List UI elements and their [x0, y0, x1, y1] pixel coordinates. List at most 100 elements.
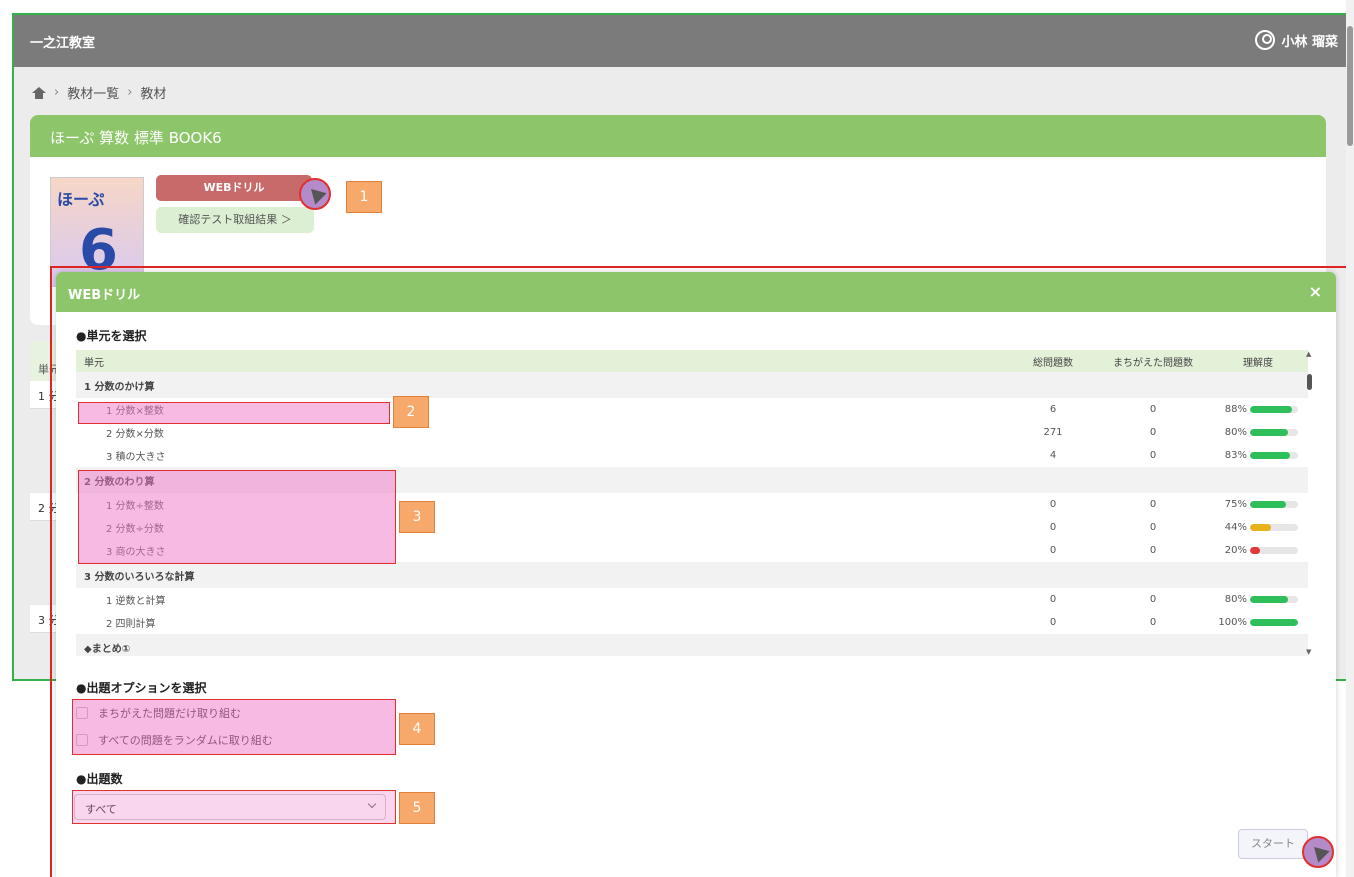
web-drill-button[interactable]: WEBドリル — [156, 175, 312, 201]
understanding-bar — [1250, 547, 1298, 554]
unit-row[interactable]: 2 四則計算 0 0 100% — [76, 611, 1308, 634]
user-icon — [1255, 30, 1276, 50]
understanding-bar — [1250, 429, 1298, 436]
unit-wrong: 0 — [1149, 522, 1157, 533]
top-bar: 一之江教室 小林 瑠菜 — [14, 15, 1354, 67]
unit-total: 4 — [1049, 450, 1057, 461]
option-section-title: ●出題オプションを選択 — [76, 681, 207, 695]
unit-total: 6 — [1049, 404, 1057, 415]
unit-understanding: 44% — [1208, 522, 1308, 533]
breadcrumb-separator-icon: › — [54, 85, 60, 100]
confirm-test-results-button[interactable]: 確認テスト取組結果 ＞ — [156, 207, 314, 233]
understanding-bar — [1250, 596, 1298, 603]
understanding-value: 80% — [1224, 594, 1247, 605]
unit-name: 1 逆数と計算 — [106, 596, 166, 607]
unit-name: 2 分数×分数 — [106, 429, 164, 440]
highlight-unit-1 — [78, 402, 390, 424]
highlight-count — [72, 790, 396, 824]
unit-wrong: 0 — [1149, 427, 1157, 438]
scroll-down-icon[interactable]: ▼ — [1306, 648, 1311, 656]
user-menu[interactable]: 小林 瑠菜 — [1255, 30, 1338, 50]
callout-number-1: 1 — [346, 181, 382, 213]
start-button[interactable]: スタート — [1238, 829, 1308, 859]
scrollbar-thumb[interactable] — [1307, 374, 1312, 390]
understanding-value: 100% — [1218, 617, 1247, 628]
unit-wrong: 0 — [1149, 450, 1157, 461]
web-drill-dialog: WEBドリル × ●単元を選択 単元 総問題数 まちがえた問題数 理解度 1 分… — [56, 272, 1336, 877]
unit-understanding: 100% — [1208, 617, 1308, 628]
unit-total: 0 — [1049, 522, 1057, 533]
unit-wrong: 0 — [1149, 594, 1157, 605]
school-name: 一之江教室 — [30, 36, 96, 51]
cursor-marker-icon — [1302, 836, 1334, 868]
unit-name: 3 積の大きさ — [106, 452, 166, 463]
understanding-value: 80% — [1224, 427, 1247, 438]
unit-wrong: 0 — [1149, 617, 1157, 628]
dialog-header: WEBドリル × — [56, 272, 1336, 312]
understanding-bar — [1250, 452, 1298, 459]
unit-understanding: 80% — [1208, 594, 1308, 605]
unit-group-row[interactable]: 3 分数のいろいろな計算 — [76, 562, 1308, 588]
callout-number-3: 3 — [399, 501, 435, 533]
callout-number-2: 2 — [393, 396, 429, 428]
unit-name: 2 四則計算 — [106, 619, 156, 630]
breadcrumb-material: 教材 — [140, 87, 167, 102]
understanding-bar-fill — [1250, 452, 1290, 459]
callout-number-5: 5 — [399, 792, 435, 824]
unit-total: 0 — [1049, 594, 1057, 605]
page-scrollbar[interactable] — [1346, 0, 1354, 877]
understanding-bar-fill — [1250, 406, 1293, 413]
unit-table-header: 単元 総問題数 まちがえた問題数 理解度 — [76, 350, 1308, 372]
understanding-value: 44% — [1224, 522, 1247, 533]
understanding-bar — [1250, 501, 1298, 508]
unit-understanding: 20% — [1208, 545, 1308, 556]
count-section-title: ●出題数 — [76, 772, 123, 786]
col-wrong: まちがえた問題数 — [1113, 357, 1193, 369]
understanding-bar-fill — [1250, 619, 1298, 626]
col-unit: 単元 — [84, 357, 104, 369]
close-icon[interactable]: × — [1309, 282, 1322, 301]
understanding-bar-fill — [1250, 524, 1272, 531]
understanding-value: 88% — [1224, 404, 1247, 415]
understanding-bar-fill — [1250, 596, 1289, 603]
unit-wrong: 0 — [1149, 545, 1157, 556]
callout-number-4: 4 — [399, 713, 435, 745]
understanding-bar — [1250, 619, 1298, 626]
unit-understanding: 88% — [1208, 404, 1308, 415]
unit-total: 271 — [1043, 427, 1063, 438]
understanding-value: 20% — [1224, 545, 1247, 556]
understanding-value: 75% — [1224, 499, 1247, 510]
page-scrollbar-thumb[interactable] — [1347, 26, 1353, 146]
highlight-options — [72, 699, 396, 755]
unit-group-row[interactable]: 1 分数のかけ算 — [76, 372, 1308, 398]
unit-wrong: 0 — [1149, 404, 1157, 415]
unit-total: 0 — [1049, 545, 1057, 556]
understanding-bar — [1250, 524, 1298, 531]
dialog-title: WEBドリル — [68, 288, 141, 303]
scroll-up-icon[interactable]: ▲ — [1306, 350, 1311, 358]
unit-understanding: 75% — [1208, 499, 1308, 510]
unit-total: 0 — [1049, 617, 1057, 628]
breadcrumb-materials-list[interactable]: 教材一覧 — [67, 83, 119, 102]
unit-group-row[interactable]: ◆まとめ① — [76, 634, 1308, 656]
understanding-bar-fill — [1250, 501, 1286, 508]
unit-wrong: 0 — [1149, 499, 1157, 510]
breadcrumb-separator-icon: › — [127, 85, 133, 100]
cover-logo: ほーぷ — [57, 190, 105, 209]
unit-row[interactable]: 1 逆数と計算 0 0 80% — [76, 588, 1308, 611]
table-scrollbar[interactable]: ▲ ▼ — [1306, 350, 1314, 656]
breadcrumb: › 教材一覧 › 教材 — [32, 83, 166, 102]
unit-row[interactable]: 3 積の大きさ 4 0 83% — [76, 444, 1308, 467]
unit-understanding: 83% — [1208, 450, 1308, 461]
understanding-value: 83% — [1224, 450, 1247, 461]
book-title: ほーぷ 算数 標準 BOOK6 — [30, 115, 1326, 157]
understanding-bar — [1250, 406, 1298, 413]
home-icon[interactable] — [32, 86, 46, 99]
understanding-bar-fill — [1250, 547, 1260, 554]
understanding-bar-fill — [1250, 429, 1289, 436]
unit-section-title: ●単元を選択 — [76, 329, 147, 343]
col-total: 総問題数 — [1033, 357, 1073, 369]
unit-total: 0 — [1049, 499, 1057, 510]
unit-row[interactable]: 2 分数×分数 271 0 80% — [76, 421, 1308, 444]
cursor-marker-icon — [299, 178, 331, 210]
